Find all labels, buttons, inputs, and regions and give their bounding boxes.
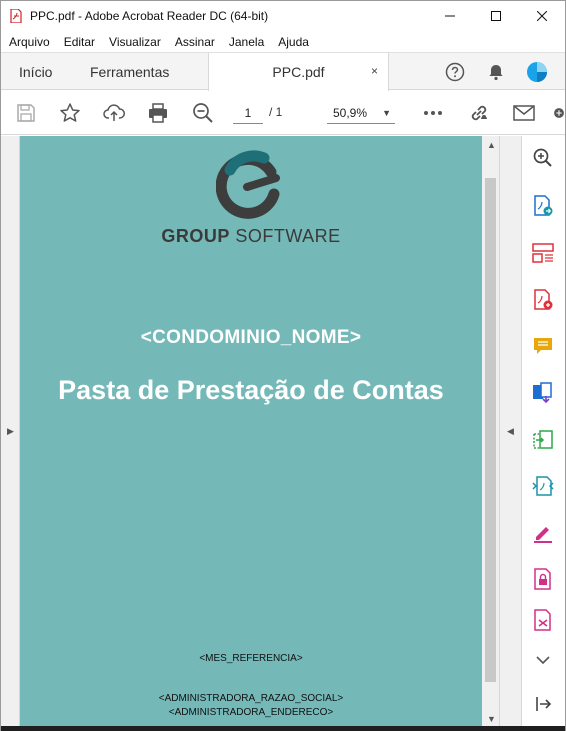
toolbar: 1 / 1 50,9% ▼ [1,91,565,135]
taskbar-edge [1,726,565,731]
tools-pane [521,136,565,726]
document-viewport: ▶ GROUP SOFTWARE <CONDOMINIO_NOME> Pasta… [1,136,521,726]
organize-pages-icon[interactable] [531,241,555,265]
help-icon[interactable] [444,61,466,83]
condominio-placeholder: <CONDOMINIO_NOME> [140,327,362,348]
close-window-button[interactable] [519,1,565,31]
right-panel-toggle[interactable]: ◀ [499,136,521,726]
search-zoom-icon[interactable] [531,146,555,170]
group-software-logo [215,150,286,223]
account-icon[interactable] [526,61,548,83]
scroll-up-icon[interactable]: ▲ [487,140,496,150]
administradora-razao-social: <ADMINISTRADORA_RAZAO_SOCIAL> [158,693,344,704]
menu-arquivo[interactable]: Arquivo [9,35,50,49]
title-bar: PPC.pdf - Adobe Acrobat Reader DC (64-bi… [1,1,565,31]
save-icon[interactable] [14,101,38,125]
tab-bar: Início Ferramentas PPC.pdf × [1,52,565,91]
more-tools-icon[interactable] [553,101,565,125]
page-total: / 1 [269,105,283,119]
combine-files-icon[interactable] [531,381,555,405]
vertical-scrollbar[interactable]: ▲ ▼ [482,136,499,726]
create-pdf-icon[interactable] [531,288,555,312]
left-panel-toggle[interactable]: ▶ [1,136,20,726]
zoom-select[interactable]: 50,9% ▼ [327,102,395,124]
chevron-down-icon[interactable] [531,653,555,667]
mes-referencia: <MES_REFERENCIA> [199,653,303,664]
tab-ferramentas[interactable]: Ferramentas [90,53,169,90]
tab-document-label: PPC.pdf [272,64,325,80]
collapse-tools-icon[interactable] [531,692,555,716]
redact-document-icon[interactable] [531,608,555,632]
menu-assinar[interactable]: Assinar [175,35,215,49]
link-icon[interactable] [467,101,491,125]
collapse-right-icon: ◀ [507,426,514,436]
menu-janela[interactable]: Janela [229,35,264,49]
brand-light: SOFTWARE [229,226,341,246]
star-icon[interactable] [58,101,82,125]
bell-icon[interactable] [485,61,507,83]
protect-document-icon[interactable] [531,567,555,591]
compare-files-icon[interactable] [531,428,555,452]
chevron-down-icon: ▼ [382,108,391,118]
window-title: PPC.pdf - Adobe Acrobat Reader DC (64-bi… [30,9,269,23]
comment-icon[interactable] [531,334,555,358]
pdf-page: GROUP SOFTWARE <CONDOMINIO_NOME> Pasta d… [20,136,482,726]
document-title: Pasta de Prestação de Contas [58,375,444,405]
acrobat-app-icon [10,9,22,23]
scrollbar-thumb[interactable] [485,178,496,682]
edit-pdf-icon[interactable] [531,474,555,498]
brand-bold: GROUP [161,226,230,246]
scroll-down-icon[interactable]: ▼ [487,714,496,724]
menu-visualizar[interactable]: Visualizar [109,35,161,49]
more-icon[interactable] [421,101,445,125]
menu-bar: Arquivo Editar Visualizar Assinar Janela… [1,32,565,52]
export-pdf-icon[interactable] [531,194,555,218]
acrobat-window: PPC.pdf - Adobe Acrobat Reader DC (64-bi… [0,0,566,731]
upload-icon[interactable] [102,101,126,125]
print-icon[interactable] [146,101,170,125]
page-number-input[interactable]: 1 [233,102,263,124]
menu-ajuda[interactable]: Ajuda [278,35,309,49]
tab-document[interactable]: PPC.pdf × [208,53,389,91]
tab-inicio[interactable]: Início [19,53,52,90]
close-tab-icon[interactable]: × [371,64,378,78]
maximize-button[interactable] [473,1,519,31]
zoom-out-icon[interactable] [191,101,215,125]
fill-sign-icon[interactable] [531,521,555,545]
zoom-value: 50,9% [333,106,368,120]
expand-left-icon: ▶ [7,426,14,436]
minimize-button[interactable] [427,1,473,31]
administradora-endereco: <ADMINISTRADORA_ENDERECO> [168,707,334,718]
menu-editar[interactable]: Editar [64,35,95,49]
mail-icon[interactable] [512,101,536,125]
brand-name: GROUP SOFTWARE [20,226,482,247]
